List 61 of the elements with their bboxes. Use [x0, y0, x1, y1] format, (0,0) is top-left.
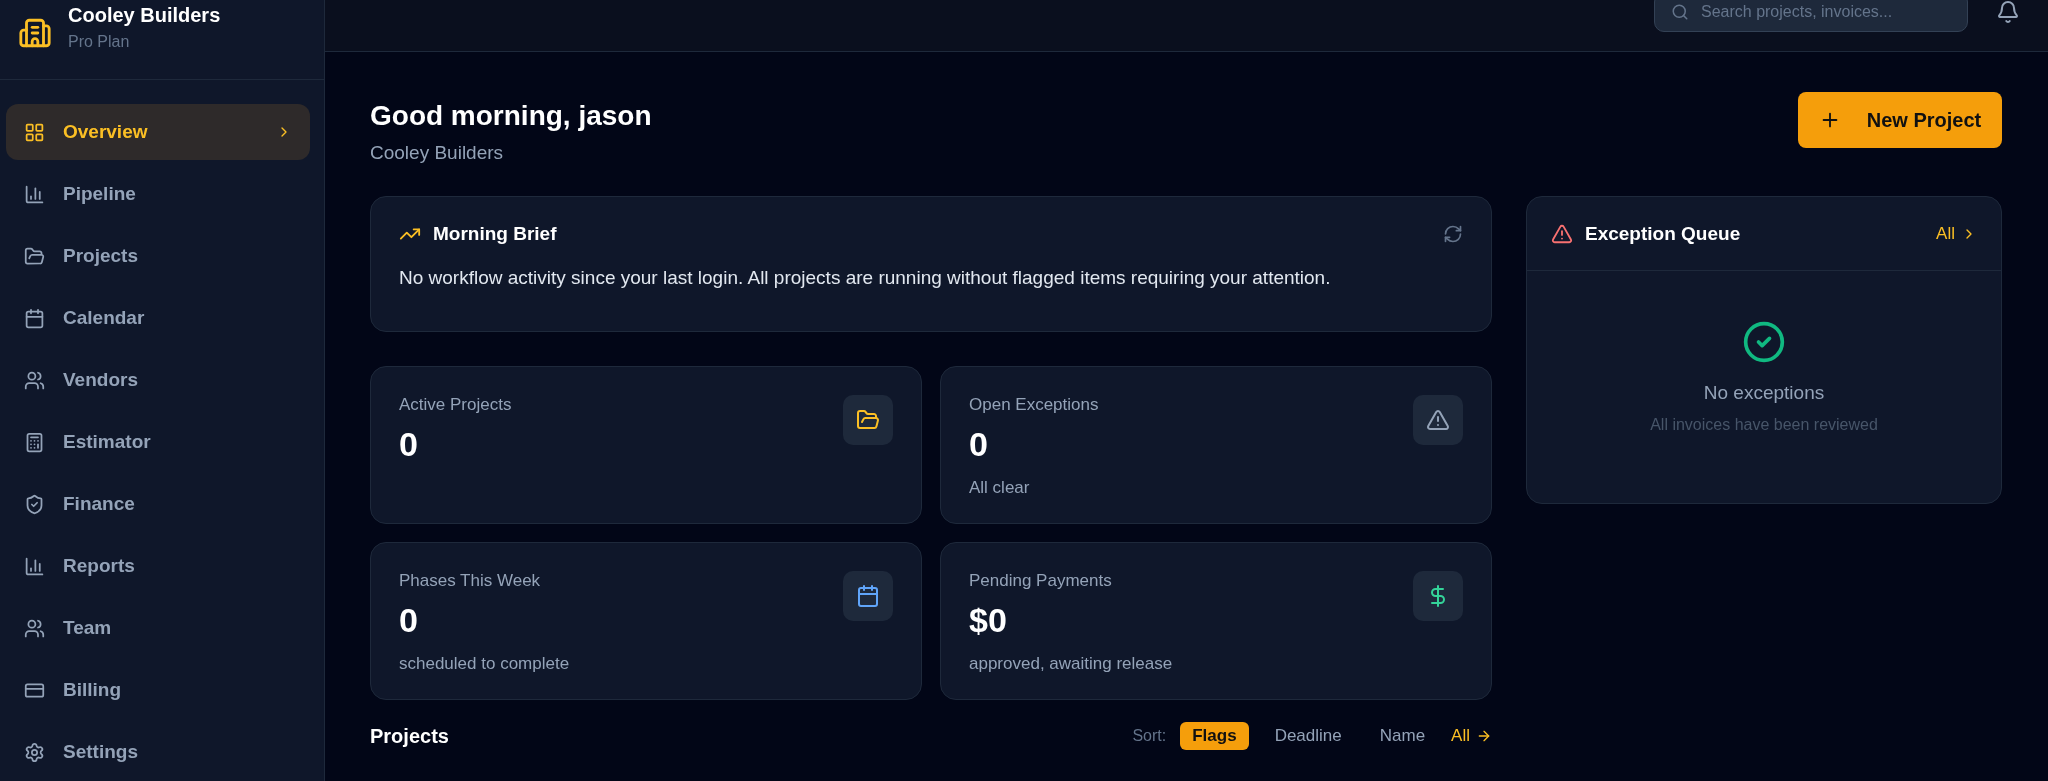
sort-option[interactable]: Flags [1180, 722, 1249, 750]
sidebar-item[interactable]: Settings [6, 724, 310, 780]
section-title: Projects [370, 724, 449, 748]
building-icon [18, 16, 52, 50]
warning-icon [1413, 395, 1463, 445]
plan-name: Pro Plan [68, 33, 131, 51]
bar-chart-icon [24, 183, 45, 205]
folder-icon [24, 245, 45, 267]
sidebar-item[interactable]: Finance [6, 476, 310, 532]
stat-note: approved, awaiting release [969, 654, 1173, 674]
stat-value: 0 [399, 425, 419, 464]
card-title: Morning Brief [433, 223, 558, 245]
sidebar-item[interactable]: Calendar [6, 290, 310, 346]
sidebar-item[interactable]: Vendors [6, 352, 310, 408]
greeting-title: Good morning, jason [370, 100, 652, 132]
stat-label: Open Exceptions [969, 395, 1099, 415]
users-icon [24, 617, 45, 639]
search-field[interactable]: Search projects, invoices... [1654, 0, 1968, 32]
warning-icon [1551, 222, 1573, 245]
folder-icon [843, 395, 893, 445]
stat-value: 0 [399, 601, 419, 640]
sort-label: Sort: [1132, 727, 1167, 745]
card-title: Exception Queue [1585, 222, 1742, 245]
dollar-icon [1413, 571, 1463, 621]
sidebar-item[interactable]: Reports [6, 538, 310, 594]
sidebar-item[interactable]: Projects [6, 228, 310, 284]
sort-option[interactable]: Name [1367, 722, 1438, 750]
bar-chart-icon [24, 555, 45, 577]
brief-text: No workflow activity since your last login. All projects are running without flagged items requiring your attention. [399, 267, 1332, 289]
users-icon [24, 369, 45, 391]
settings-icon [24, 741, 45, 763]
sidebar-item[interactable]: Pipeline [6, 166, 310, 222]
shield-check-icon [24, 493, 45, 515]
empty-text: All invoices have been reviewed [1650, 416, 1878, 434]
sidebar-item[interactable]: Billing [6, 662, 310, 718]
sidebar-item[interactable]: Team [6, 600, 310, 656]
stat-label: Active Projects [399, 395, 512, 415]
all-link[interactable]: All [1451, 726, 1492, 746]
calendar-icon [24, 307, 45, 329]
all-link[interactable]: All [1936, 223, 1977, 244]
stat-label: Phases This Week [399, 571, 542, 591]
arrow-right-icon [1476, 728, 1492, 744]
check-circle-icon [1742, 320, 1786, 364]
empty-title: No exceptions [1703, 382, 1825, 404]
stat-value: 0 [969, 425, 989, 464]
new-project-button[interactable]: New Project [1798, 92, 2002, 148]
sidebar-item[interactable]: Overview [6, 104, 310, 160]
calculator-icon [24, 431, 45, 453]
calendar-icon [843, 571, 893, 621]
search-icon [1671, 3, 1689, 21]
company-name: Cooley Builders [68, 4, 221, 27]
stat-note: All clear [969, 478, 1031, 498]
grid-icon [24, 121, 45, 143]
company-subtitle: Cooley Builders [370, 142, 505, 164]
sort-option[interactable]: Deadline [1262, 722, 1354, 750]
refresh-icon[interactable] [1443, 224, 1463, 244]
stat-note: scheduled to complete [399, 654, 570, 674]
bell-icon[interactable] [1996, 0, 2020, 24]
stat-label: Pending Payments [969, 571, 1113, 591]
sidebar-item[interactable]: Estimator [6, 414, 310, 470]
stat-value: $0 [969, 601, 1008, 640]
